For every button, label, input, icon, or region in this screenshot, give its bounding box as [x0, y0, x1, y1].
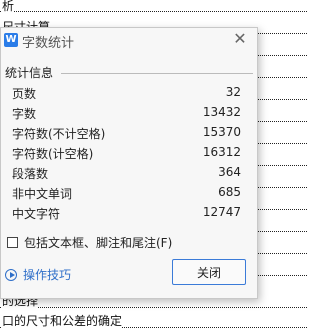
stat-row-pages: 页数 32 — [1, 83, 257, 103]
word-count-dialog: W 字数统计 ✕ 统计信息 页数 32 字数 13432 字符数(不计空格) 1… — [0, 27, 258, 299]
wps-writer-icon: W — [4, 33, 18, 47]
stat-value: 16312 — [202, 145, 241, 159]
doc-line — [0, 11, 307, 12]
stat-value: 15370 — [202, 125, 241, 139]
stat-row-paragraphs: 段落数 364 — [1, 163, 257, 183]
include-textbox-footnotes-label[interactable]: 包括文本框、脚注和尾注(F) — [24, 234, 172, 251]
stat-value: 32 — [225, 85, 241, 99]
play-icon — [5, 268, 17, 281]
document-page: 析 尺寸计算 的选择 口的尺寸和公差的确定 W 字数统计 ✕ 统计信息 页数 — [0, 0, 307, 330]
doc-line — [0, 307, 307, 308]
section-title: 统计信息 — [5, 64, 58, 81]
dialog-titlebar[interactable]: W 字数统计 ✕ — [1, 28, 257, 54]
stat-row-non-chinese-words: 非中文单词 685 — [1, 183, 257, 203]
stat-label: 页数 — [12, 87, 37, 101]
stat-row-words: 字数 13432 — [1, 103, 257, 123]
stat-label: 中文字符 — [12, 207, 61, 221]
stat-label: 字符数(计空格) — [12, 147, 94, 161]
stat-row-chars-no-spaces: 字符数(不计空格) 15370 — [1, 123, 257, 143]
operation-tips-link[interactable]: 操作技巧 — [5, 266, 71, 283]
close-icon[interactable]: ✕ — [231, 30, 249, 48]
stats-list: 页数 32 字数 13432 字符数(不计空格) 15370 字符数(计空格) … — [1, 83, 257, 223]
stat-value: 13432 — [202, 105, 241, 119]
stat-value: 685 — [218, 185, 241, 199]
operation-tips-label[interactable]: 操作技巧 — [23, 266, 71, 283]
doc-text-line: 口的尺寸和公差的确定 — [2, 312, 123, 329]
doc-text-line: 析 — [2, 0, 15, 14]
include-textbox-footnotes-option[interactable]: 包括文本框、脚注和尾注(F) — [7, 234, 172, 251]
include-textbox-footnotes-checkbox[interactable] — [7, 237, 18, 248]
stat-row-chinese-chars: 中文字符 12747 — [1, 203, 257, 223]
stat-value: 12747 — [202, 205, 241, 219]
dialog-title: 字数统计 — [22, 36, 75, 51]
stat-label: 非中文单词 — [12, 187, 73, 201]
stat-label: 字符数(不计空格) — [12, 127, 106, 141]
stat-row-chars-with-spaces: 字符数(计空格) 16312 — [1, 143, 257, 163]
stat-label: 段落数 — [12, 167, 49, 181]
close-button[interactable]: 关闭 — [172, 259, 246, 285]
stat-label: 字数 — [12, 107, 37, 121]
stat-value: 364 — [218, 165, 241, 179]
section-divider — [61, 73, 253, 74]
